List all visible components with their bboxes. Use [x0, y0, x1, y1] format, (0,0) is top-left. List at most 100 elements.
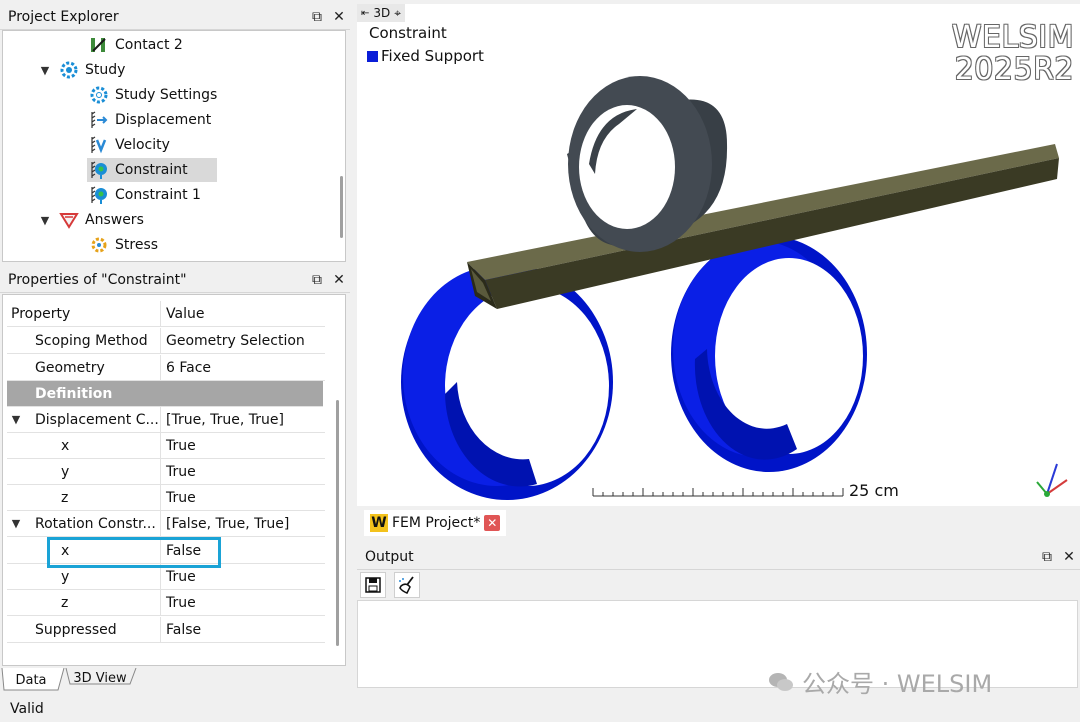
property-value[interactable]: True [166, 595, 196, 611]
tree-item-label: Study [85, 62, 126, 78]
properties-scrollbar[interactable] [336, 400, 339, 646]
property-value[interactable]: 6 Face [166, 360, 211, 376]
properties-grid: Property Value Scoping Method Geometry S… [2, 294, 346, 666]
close-tab-icon[interactable]: ✕ [484, 515, 501, 531]
tree-item-label: Constraint 1 [115, 187, 201, 203]
property-key: z [61, 594, 69, 611]
tree-item-velocity[interactable]: Velocity [89, 133, 170, 157]
property-value[interactable]: True [166, 490, 196, 506]
tree-item-label: Stress [115, 237, 159, 253]
close-icon[interactable]: ✕ [328, 269, 350, 291]
property-row-displacement-x[interactable]: x True [7, 433, 325, 459]
scale-bar [592, 488, 844, 497]
tree-item-constraint-1[interactable]: Constraint 1 [89, 183, 201, 207]
legend-swatch [367, 50, 378, 62]
property-section-definition[interactable]: Definition [7, 381, 323, 407]
column-header-property: Property [11, 305, 71, 322]
stress-icon [91, 237, 107, 253]
save-output-button[interactable] [360, 572, 386, 598]
property-row-suppressed[interactable]: Suppressed False [7, 617, 325, 643]
highlight-annotation-box [47, 537, 221, 568]
property-key: Geometry [35, 359, 105, 376]
tree-item-study-settings[interactable]: Study Settings [89, 83, 217, 107]
watermark-text: 公众号 · WELSIM [802, 670, 993, 698]
clear-output-button[interactable] [394, 572, 420, 598]
property-value[interactable]: [False, True, True] [166, 516, 289, 532]
view-tag[interactable]: ⇤ 3D ⌖ [357, 4, 406, 22]
property-row-rotation-constraint[interactable]: ▼ Rotation Constr... [False, True, True] [7, 511, 325, 537]
property-row-geometry[interactable]: Geometry 6 Face [7, 355, 325, 381]
close-icon[interactable]: ✕ [328, 6, 350, 28]
property-row-displacement-constraint[interactable]: ▼ Displacement C... [True, True, True] [7, 407, 325, 433]
property-key: Suppressed [35, 621, 117, 638]
property-row-displacement-y[interactable]: y True [7, 459, 325, 485]
legend-item: Fixed Support [367, 47, 484, 65]
welsim-logo-icon: W [370, 514, 388, 532]
pin-icon[interactable]: ⇤ [361, 8, 369, 19]
collapse-caret-icon[interactable]: ▼ [7, 413, 25, 426]
float-icon[interactable]: ⧉ [306, 269, 328, 291]
tree-item-displacement[interactable]: Displacement [89, 108, 211, 132]
explorer-header: Project Explorer ⧉ ✕ [0, 4, 350, 30]
tree-item-label: Velocity [115, 137, 170, 153]
tree-item-stress[interactable]: Stress [89, 233, 158, 257]
property-row-displacement-z[interactable]: z True [7, 485, 325, 511]
tree-item-contact-2[interactable]: Contact 2 [89, 33, 183, 57]
property-key: y [61, 568, 70, 585]
properties-title: Properties of "Constraint" [8, 271, 187, 288]
tree-item-answers[interactable]: ▼ Answers [37, 208, 144, 232]
property-value[interactable]: True [166, 569, 196, 585]
tab-3d-view[interactable]: 3D View [68, 668, 132, 688]
document-tab[interactable]: W FEM Project* ✕ [364, 510, 507, 536]
property-key: Rotation Constr... [35, 515, 156, 532]
project-explorer-tree: Contact 2 ▼ Study Study Settings Displac… [2, 30, 346, 262]
brand-version: 2025R2 [954, 52, 1074, 87]
constraint-icon [91, 161, 107, 179]
watermark: 公众号 · WELSIM [768, 664, 992, 699]
tree-item-label: Study Settings [115, 87, 218, 103]
property-row-scoping-method[interactable]: Scoping Method Geometry Selection [7, 328, 325, 354]
status-bar: Valid [0, 696, 1080, 722]
tree-item-label: Contact 2 [115, 37, 183, 53]
crosshair-icon[interactable]: ⌖ [394, 6, 401, 21]
constraint-icon [91, 186, 107, 204]
float-icon[interactable]: ⧉ [306, 6, 328, 28]
answers-icon [59, 213, 79, 229]
tab-data[interactable]: Data [6, 670, 56, 690]
displacement-icon [91, 111, 108, 128]
scale-label: 25 cm [849, 481, 899, 500]
study-gear-icon [60, 61, 78, 79]
property-key: x [61, 437, 70, 454]
status-text: Valid [10, 701, 44, 717]
collapse-caret-icon[interactable]: ▼ [7, 517, 25, 530]
contact-icon [91, 38, 106, 52]
tree-item-label: Constraint [115, 162, 188, 178]
3d-viewport[interactable]: ⇤ 3D ⌖ Constraint Fixed Support WELSIM 2… [357, 4, 1080, 506]
axis-triad-icon[interactable] [1036, 463, 1068, 497]
velocity-icon [91, 136, 107, 154]
column-header-value: Value [166, 305, 205, 322]
property-row-rotation-z[interactable]: z True [7, 590, 325, 616]
properties-header: Properties of "Constraint" ⧉ ✕ [0, 267, 350, 293]
property-key: Displacement C... [35, 411, 159, 428]
property-value[interactable]: Geometry Selection [166, 333, 305, 349]
collapse-caret-icon[interactable]: ▼ [37, 214, 53, 227]
tree-item-constraint[interactable]: Constraint [87, 158, 217, 182]
output-title: Output [365, 548, 414, 565]
property-key: y [61, 463, 70, 480]
fixed-support-ring-right[interactable] [671, 236, 867, 472]
property-value[interactable]: False [166, 622, 201, 638]
properties-column-header: Property Value [7, 301, 325, 327]
brand-name: WELSIM [951, 20, 1074, 55]
float-icon[interactable]: ⧉ [1036, 546, 1058, 568]
property-value[interactable]: True [166, 438, 196, 454]
collapse-caret-icon[interactable]: ▼ [37, 64, 53, 77]
save-icon [365, 577, 381, 593]
property-value[interactable]: [True, True, True] [166, 412, 284, 428]
explorer-scrollbar[interactable] [340, 176, 343, 238]
tree-item-study[interactable]: ▼ Study [37, 58, 125, 82]
document-tab-label: FEM Project* [392, 515, 481, 531]
property-value[interactable]: True [166, 464, 196, 480]
close-icon[interactable]: ✕ [1058, 546, 1080, 568]
output-header: Output ⧉ ✕ [357, 544, 1080, 570]
